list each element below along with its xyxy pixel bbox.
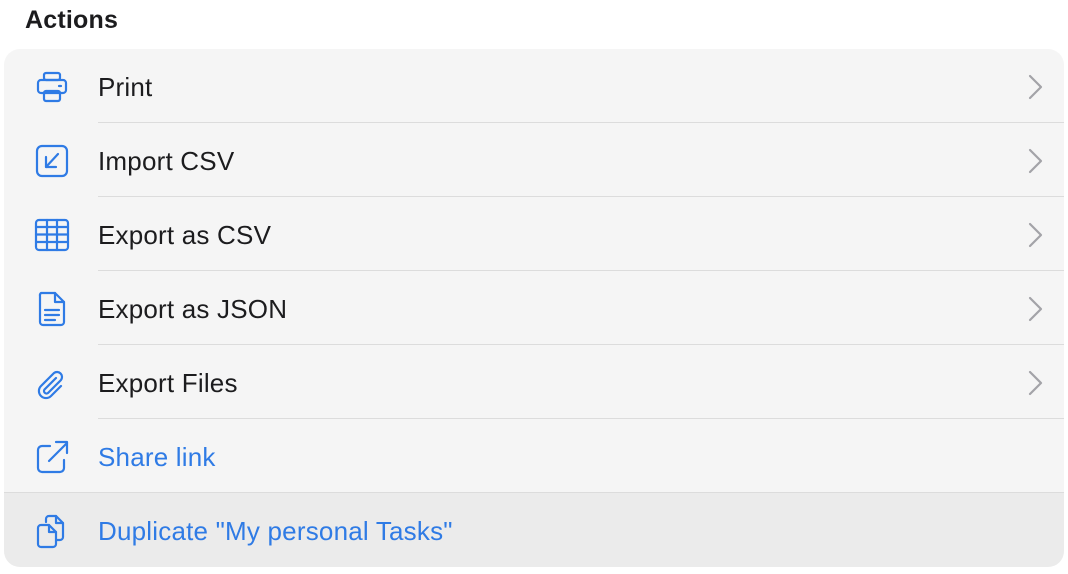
action-export-csv[interactable]: Export as CSV (4, 197, 1064, 271)
chevron-right-icon (1028, 296, 1043, 322)
action-print[interactable]: Print (4, 49, 1064, 123)
action-label: Export as JSON (98, 294, 288, 324)
action-label: Print (98, 72, 153, 102)
action-label: Duplicate "My personal Tasks" (98, 516, 453, 546)
table-grid-icon (33, 216, 71, 254)
duplicate-icon (33, 512, 71, 550)
chevron-right-icon (1028, 148, 1043, 174)
chevron-right-icon (1028, 74, 1043, 100)
document-icon (33, 290, 71, 328)
section-title: Actions (25, 6, 119, 34)
action-label: Import CSV (98, 146, 235, 176)
action-export-json[interactable]: Export as JSON (4, 271, 1064, 345)
import-arrow-icon (33, 142, 71, 180)
actions-list: Print Import CSV Export as CSV Export as… (4, 49, 1064, 567)
action-import-csv[interactable]: Import CSV (4, 123, 1064, 197)
printer-icon (33, 68, 71, 106)
action-duplicate[interactable]: Duplicate "My personal Tasks" (4, 493, 1064, 567)
paperclip-icon (33, 364, 71, 402)
share-out-icon (33, 438, 71, 476)
action-export-files[interactable]: Export Files (4, 345, 1064, 419)
action-label: Export Files (98, 368, 238, 398)
chevron-right-icon (1028, 370, 1043, 396)
action-label: Share link (98, 442, 216, 472)
action-label: Export as CSV (98, 220, 272, 250)
chevron-right-icon (1028, 222, 1043, 248)
action-share-link[interactable]: Share link (4, 419, 1064, 493)
